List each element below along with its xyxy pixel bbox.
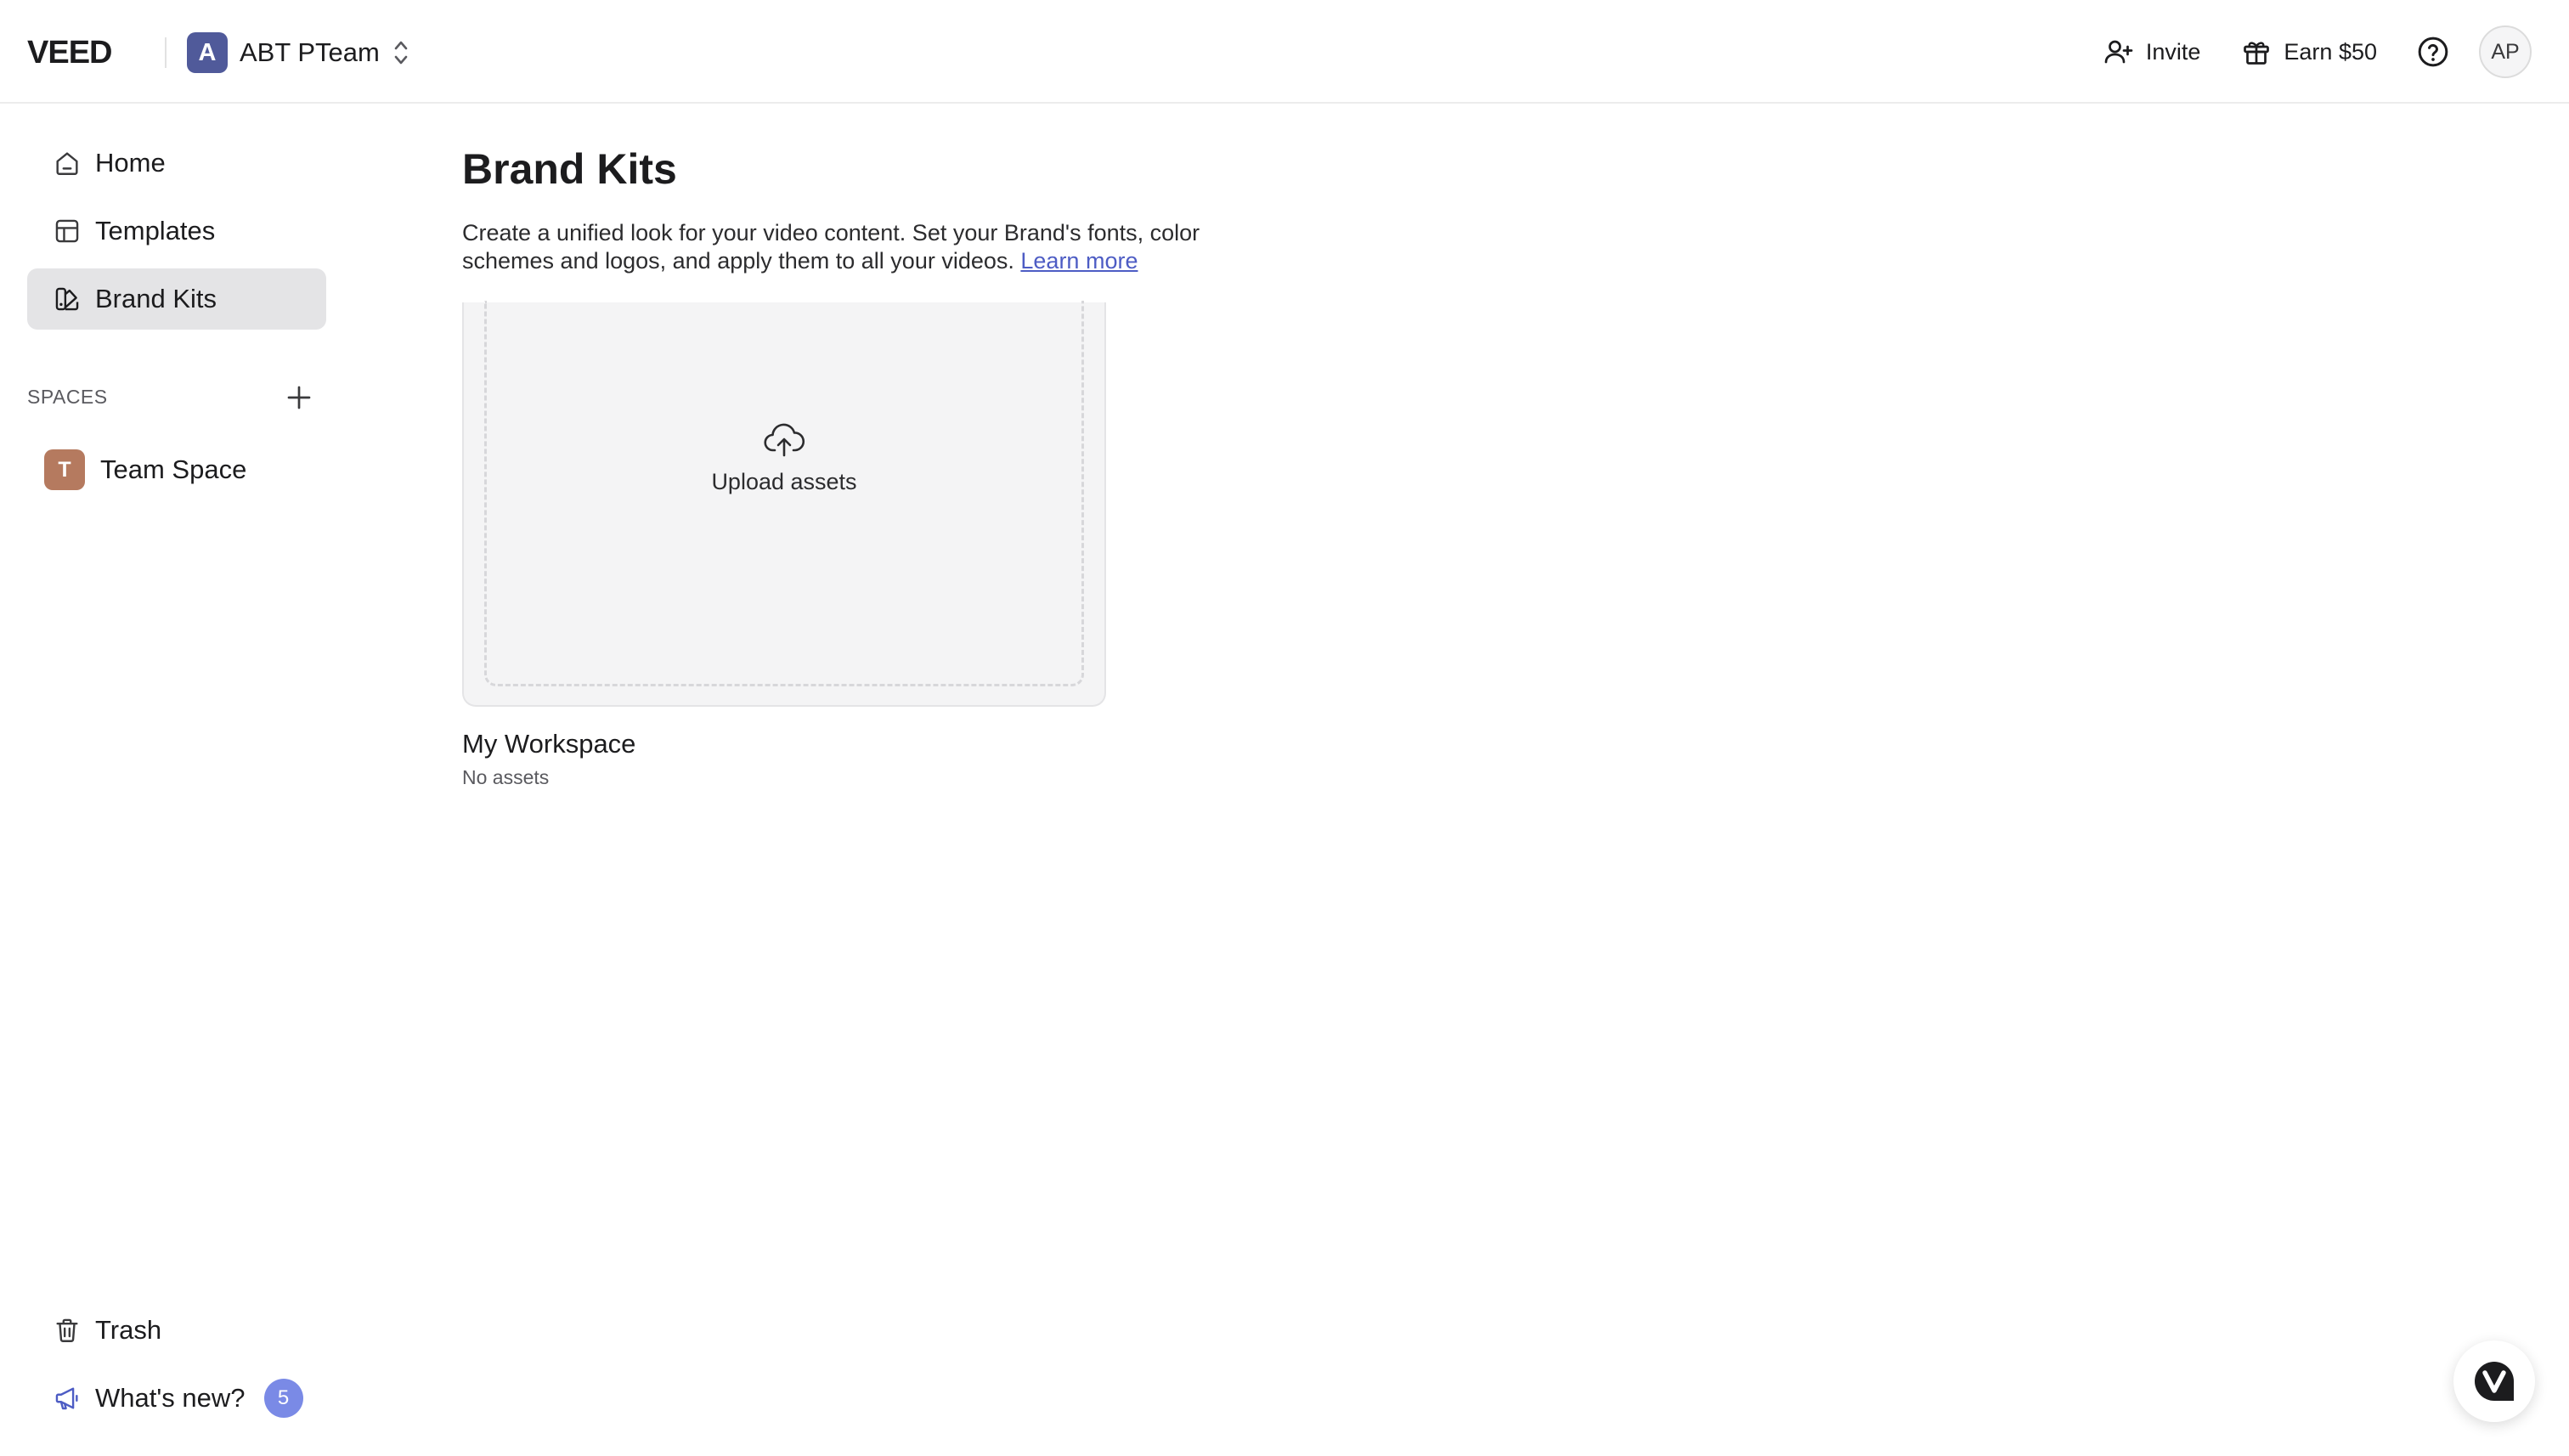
workspace-name: ABT PTeam xyxy=(240,37,380,67)
user-plus-icon xyxy=(2104,40,2133,64)
spaces-section-label: SPACES xyxy=(27,386,108,408)
learn-more-link[interactable]: Learn more xyxy=(1020,248,1138,274)
sidebar-item-trash[interactable]: Trash xyxy=(27,1300,326,1361)
sidebar-item-label: Trash xyxy=(95,1315,162,1345)
space-label: Team Space xyxy=(100,454,247,484)
space-avatar: T xyxy=(44,449,85,490)
gift-icon xyxy=(2244,42,2270,65)
sidebar-item-home[interactable]: Home xyxy=(27,133,326,194)
sidebar-item-label: Brand Kits xyxy=(95,284,217,313)
cloud-upload-icon xyxy=(764,423,805,457)
trash-icon xyxy=(56,1318,78,1342)
templates-icon xyxy=(55,219,79,243)
sidebar-item-team-space[interactable]: T Team Space xyxy=(44,449,246,491)
help-icon[interactable] xyxy=(2416,35,2450,69)
earn-label: Earn $50 xyxy=(2284,38,2377,65)
logo-divider xyxy=(165,37,167,68)
brand-kit-asset-count: No assets xyxy=(462,766,550,788)
home-icon xyxy=(56,152,78,175)
support-chat-button[interactable] xyxy=(2453,1340,2535,1422)
workspace-switcher[interactable]: A ABT PTeam xyxy=(187,32,410,73)
user-avatar[interactable]: AP xyxy=(2479,25,2532,78)
top-bar: VEED A ABT PTeam Invite Earn $50 AP xyxy=(0,0,2569,104)
veed-logo-mark: VEED xyxy=(27,38,112,65)
sidebar-item-label: Templates xyxy=(95,216,216,245)
brand-kit-name[interactable]: My Workspace xyxy=(462,729,635,759)
upload-assets-label: Upload assets xyxy=(711,469,857,494)
upload-prompt: Upload assets xyxy=(487,420,1081,495)
logo-text: VEED xyxy=(27,38,111,65)
chevron-up-down-icon xyxy=(394,41,408,65)
page-title: Brand Kits xyxy=(462,145,677,193)
sidebar-item-templates[interactable]: Templates xyxy=(27,200,326,262)
upload-dropzone[interactable]: Upload assets xyxy=(484,301,1084,686)
add-space-icon[interactable] xyxy=(284,382,314,413)
notification-badge: 5 xyxy=(263,1379,303,1418)
page-description: Create a unified look for your video con… xyxy=(462,219,1278,275)
sidebar-item-whats-new[interactable]: What's new? 5 xyxy=(27,1368,326,1429)
earn-button[interactable]: Earn $50 xyxy=(2241,37,2377,67)
sidebar-item-label: Home xyxy=(95,148,166,178)
veed-chat-icon xyxy=(2475,1362,2514,1401)
invite-button[interactable]: Invite xyxy=(2103,37,2201,67)
sidebar-item-brand-kits[interactable]: Brand Kits xyxy=(27,268,326,330)
brand-kits-icon xyxy=(55,287,79,311)
sidebar: Home Templates Brand Kits SPACES T Team … xyxy=(0,105,357,1456)
header-actions: Invite Earn $50 AP xyxy=(2063,25,2532,78)
megaphone-icon xyxy=(55,1387,78,1410)
invite-label: Invite xyxy=(2145,38,2201,65)
brand-kit-card[interactable]: Upload assets xyxy=(462,301,1106,707)
workspace-avatar: A xyxy=(187,32,228,73)
veed-logo[interactable]: VEED xyxy=(27,36,146,68)
sidebar-item-label: What's new? xyxy=(95,1383,246,1413)
